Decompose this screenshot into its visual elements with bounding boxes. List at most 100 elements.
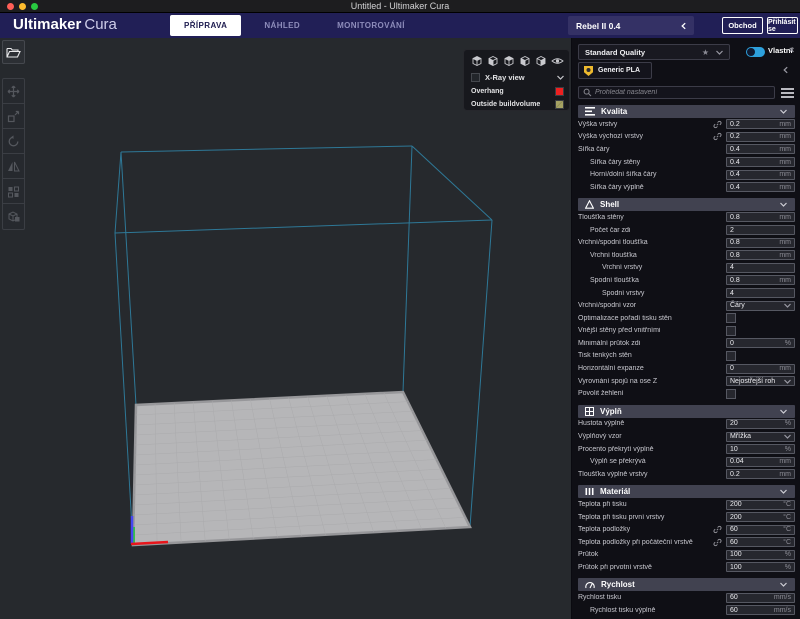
view-right-icon[interactable] <box>535 55 547 67</box>
support-blocker-button[interactable] <box>3 204 24 229</box>
stage-tabs: PŘÍPRAVA NÁHLED MONITOROVÁNÍ <box>170 15 419 36</box>
material-name: Generic PLA <box>598 67 640 74</box>
chevron-left-icon[interactable] <box>782 66 790 74</box>
setting-row: Povolit žehlení <box>578 387 795 400</box>
setting-input[interactable]: 100% <box>726 562 795 572</box>
per-model-settings-button[interactable] <box>3 179 24 204</box>
category-header-0[interactable]: Kvalita <box>578 105 795 118</box>
profile-dropdown[interactable]: Standard Quality ★ <box>578 44 730 60</box>
move-tool-button[interactable] <box>3 79 24 104</box>
material-icon <box>585 487 594 496</box>
setting-input[interactable]: 4 <box>726 288 795 298</box>
setting-input[interactable]: 0mm <box>726 364 795 374</box>
per-model-settings-icon <box>7 185 20 198</box>
setting-row: Vrchní tloušťka0.8mm <box>578 249 795 262</box>
open-file-button[interactable] <box>2 40 25 64</box>
setting-row: Vrchní vrstvy4 <box>578 262 795 275</box>
setting-row: Teplota při tisku200°C <box>578 498 795 511</box>
setting-input[interactable]: 0.8mm <box>726 238 795 248</box>
setting-input[interactable]: 10% <box>726 444 795 454</box>
setting-input[interactable]: 60mm/s <box>726 605 795 615</box>
viewport-3d[interactable]: X-Ray view Overhang Outside buildvolume <box>0 38 572 619</box>
sign-in-button[interactable]: Přihlásit se <box>767 17 798 34</box>
setting-input[interactable]: 0.4mm <box>726 182 795 192</box>
settings-search[interactable] <box>578 86 775 99</box>
setting-input[interactable]: 2 <box>726 225 795 235</box>
setting-dropdown[interactable]: Čáry <box>726 301 795 311</box>
print-settings-panel: Standard Quality ★ Vlastní × Generic PLA… <box>572 38 800 619</box>
stage-tab-2[interactable]: MONITOROVÁNÍ <box>323 15 419 36</box>
setting-input[interactable]: 0% <box>726 338 795 348</box>
extruder-material-tab[interactable]: Generic PLA <box>578 62 652 79</box>
setting-row: Vyrovnání spojů na ose ZNejostřejší roh <box>578 375 795 388</box>
setting-input[interactable]: 0.8mm <box>726 212 795 222</box>
view-xray-icon[interactable] <box>551 55 564 67</box>
setting-row: Tloušťka stěny0.8mm <box>578 211 795 224</box>
setting-checkbox[interactable] <box>726 313 736 323</box>
setting-checkbox[interactable] <box>726 326 736 336</box>
setting-input[interactable]: 60°C <box>726 537 795 547</box>
setting-dropdown[interactable]: Mřížka <box>726 432 795 442</box>
setting-input[interactable]: 0.2mm <box>726 119 795 129</box>
category-header-3[interactable]: Materiál <box>578 485 795 498</box>
rotate-tool-button[interactable] <box>3 129 24 154</box>
chevron-down-icon <box>779 580 788 589</box>
category-header-1[interactable]: Shell <box>578 198 795 211</box>
build-plate <box>133 392 470 545</box>
close-icon[interactable]: × <box>789 45 794 55</box>
overhang-color-swatch <box>555 87 564 96</box>
setting-input[interactable]: 60°C <box>726 525 795 535</box>
printer-selector[interactable]: Rebel II 0.4 <box>568 16 694 35</box>
setting-row: Tisk tenkých stěn <box>578 350 795 363</box>
setting-input[interactable]: 60mm/s <box>726 593 795 603</box>
chevron-down-icon <box>715 48 724 57</box>
setting-row: Spodní tloušťka0.8mm <box>578 274 795 287</box>
stage-tab-0[interactable]: PŘÍPRAVA <box>170 15 241 36</box>
window-title: Untitled - Ultimaker Cura <box>0 1 800 11</box>
toggle-knob <box>747 48 755 56</box>
speed-icon <box>585 580 595 589</box>
setting-row: Výplň se překrývá0.04mm <box>578 455 795 468</box>
category-header-4[interactable]: Rychlost <box>578 578 795 591</box>
view-front-icon[interactable] <box>487 55 499 67</box>
view-left-icon[interactable] <box>519 55 531 67</box>
chevron-down-icon <box>783 432 792 441</box>
setting-input[interactable]: 200°C <box>726 500 795 510</box>
custom-settings-toggle[interactable] <box>746 47 765 57</box>
setting-input[interactable]: 0.2mm <box>726 132 795 142</box>
setting-input[interactable]: 200°C <box>726 512 795 522</box>
setting-input[interactable]: 0.4mm <box>726 144 795 154</box>
setting-row: Rychlost tisku výplně60mm/s <box>578 604 795 617</box>
move-icon <box>7 85 20 98</box>
setting-dropdown[interactable]: Nejostřejší roh <box>726 376 795 386</box>
setting-checkbox[interactable] <box>726 389 736 399</box>
setting-row: Horní/dolní šířka čáry0.4mm <box>578 168 795 181</box>
setting-input[interactable]: 0.2mm <box>726 469 795 479</box>
setting-row: Šířka čáry výplně0.4mm <box>578 181 795 194</box>
setting-checkbox[interactable] <box>726 351 736 361</box>
setting-row: Průtok při prvotní vrstvě100% <box>578 561 795 574</box>
stage-tab-1[interactable]: NÁHLED <box>250 15 314 36</box>
search-input[interactable] <box>592 89 774 96</box>
setting-input[interactable]: 0.8mm <box>726 250 795 260</box>
marketplace-button[interactable]: Obchod <box>722 17 763 34</box>
chevron-down-icon <box>556 73 565 82</box>
setting-input[interactable]: 0.8mm <box>726 275 795 285</box>
settings-menu-icon[interactable] <box>781 88 794 98</box>
view-top-icon[interactable] <box>503 55 515 67</box>
setting-input[interactable]: 20% <box>726 419 795 429</box>
view-mode-dropdown[interactable]: X-Ray view <box>464 71 571 83</box>
setting-row: Horizontální expanze0mm <box>578 362 795 375</box>
scale-icon <box>7 110 20 123</box>
scale-tool-button[interactable] <box>3 104 24 129</box>
setting-input[interactable]: 0.04mm <box>726 457 795 467</box>
setting-input[interactable]: 100% <box>726 550 795 560</box>
printer-name: Rebel II 0.4 <box>568 21 680 31</box>
setting-input[interactable]: 0.4mm <box>726 170 795 180</box>
view-3d-icon[interactable] <box>471 55 483 67</box>
link-icon <box>713 132 722 141</box>
mirror-tool-button[interactable] <box>3 154 24 179</box>
setting-input[interactable]: 0.4mm <box>726 157 795 167</box>
setting-input[interactable]: 4 <box>726 263 795 273</box>
category-header-2[interactable]: Výplň <box>578 405 795 418</box>
